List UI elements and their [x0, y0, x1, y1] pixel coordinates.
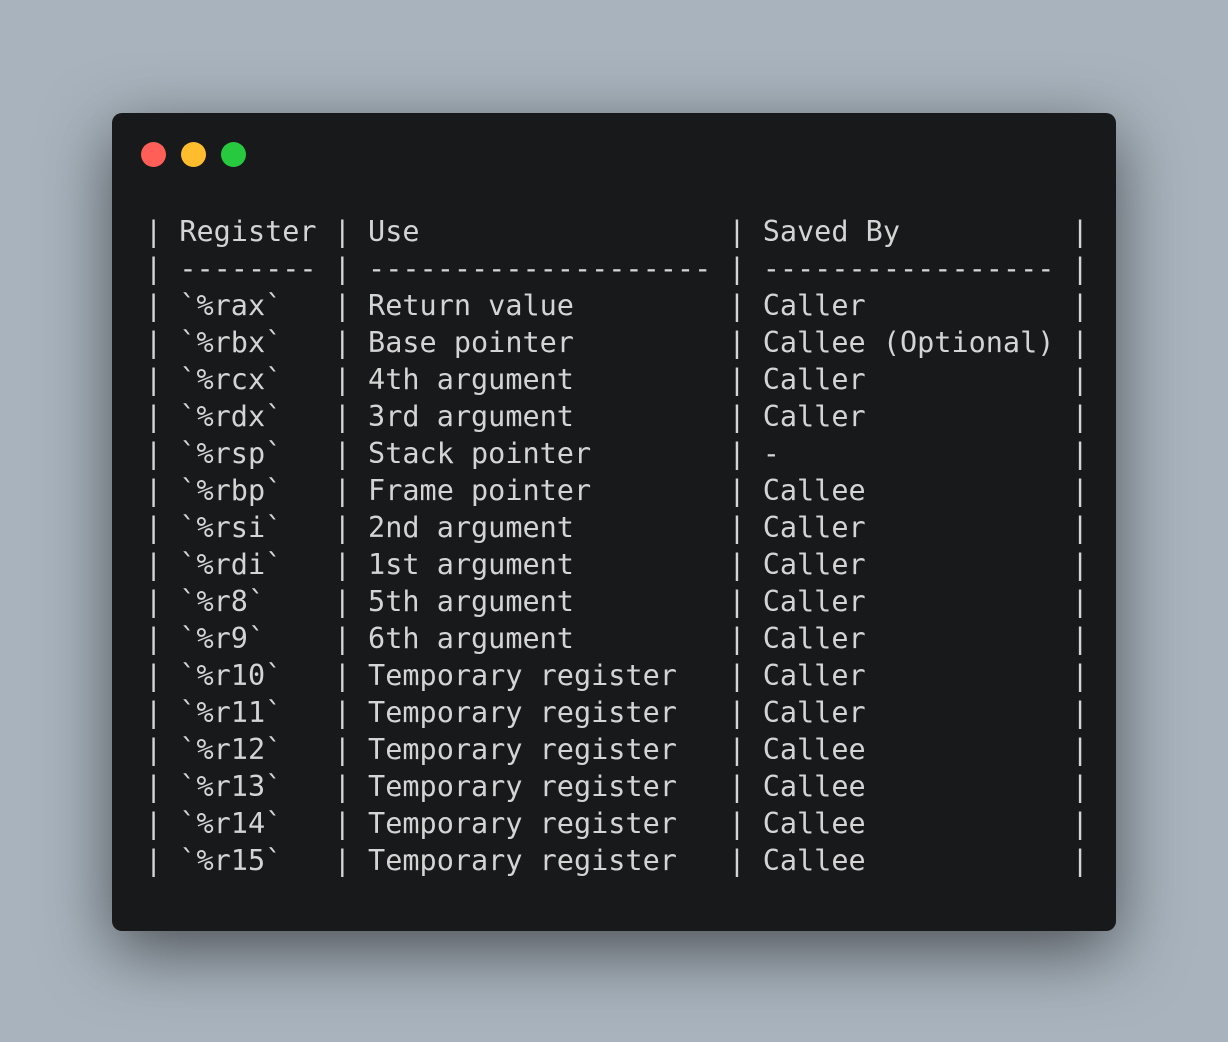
code-line: | `%rcx` | 4th argument | Caller |: [145, 363, 1089, 396]
code-line: | `%rbp` | Frame pointer | Callee |: [145, 474, 1089, 507]
maximize-button[interactable]: [221, 142, 246, 167]
code-line: | `%rdi` | 1st argument | Caller |: [145, 548, 1089, 581]
code-line: | `%rsi` | 2nd argument | Caller |: [145, 511, 1089, 544]
code-line: | `%r9` | 6th argument | Caller |: [145, 622, 1089, 655]
code-block: | Register | Use | Saved By | | -------- …: [145, 213, 1089, 879]
code-line: | `%rax` | Return value | Caller |: [145, 289, 1089, 322]
code-line: | `%r14` | Temporary register | Callee |: [145, 807, 1089, 840]
code-line-separator: | -------- | -------------------- | ----…: [145, 252, 1089, 285]
minimize-button[interactable]: [181, 142, 206, 167]
code-line: | `%r11` | Temporary register | Caller |: [145, 696, 1089, 729]
code-line: | `%rsp` | Stack pointer | - |: [145, 437, 1089, 470]
code-line: | `%r8` | 5th argument | Caller |: [145, 585, 1089, 618]
code-line: | `%rbx` | Base pointer | Callee (Option…: [145, 326, 1089, 359]
code-window: | Register | Use | Saved By | | -------- …: [112, 113, 1116, 931]
close-button[interactable]: [141, 142, 166, 167]
code-line: | `%r12` | Temporary register | Callee |: [145, 733, 1089, 766]
code-line: | `%r13` | Temporary register | Callee |: [145, 770, 1089, 803]
code-line: | `%r15` | Temporary register | Callee |: [145, 844, 1089, 877]
code-line: | `%r10` | Temporary register | Caller |: [145, 659, 1089, 692]
code-line-header: | Register | Use | Saved By |: [145, 215, 1089, 248]
code-line: | `%rdx` | 3rd argument | Caller |: [145, 400, 1089, 433]
window-controls: [141, 142, 246, 167]
